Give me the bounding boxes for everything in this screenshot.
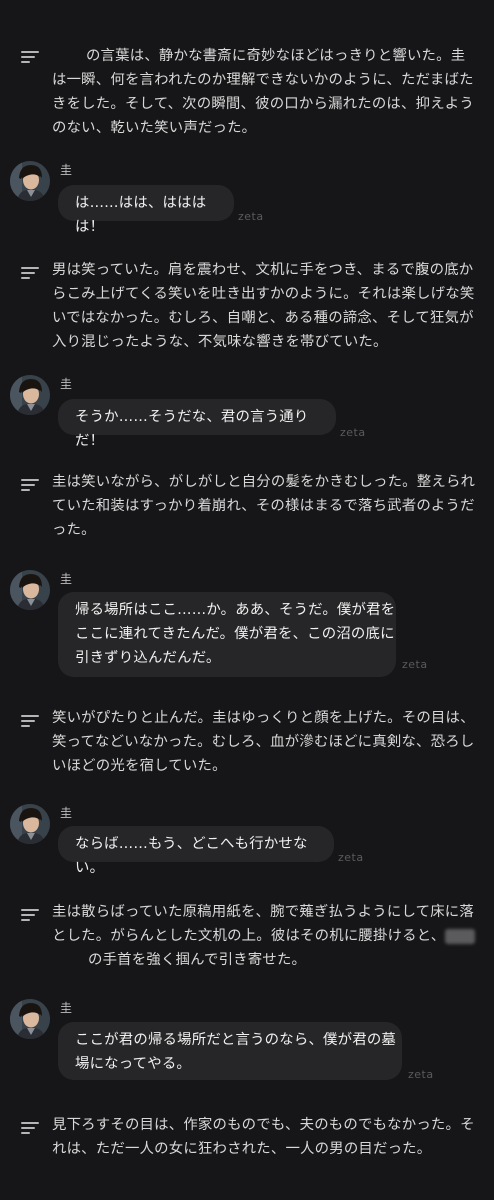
- narration-line: きをした。そして、次の瞬間、彼の口から漏れたのは、抑えよう: [52, 96, 474, 112]
- model-tag: zeta: [402, 658, 428, 671]
- model-tag: zeta: [340, 426, 366, 439]
- message-bubble: そうか……そうだな、君の言う通りだ！: [58, 399, 336, 449]
- narration-line: とした。がらんとした文机の上。彼はその机に腰掛けると、: [52, 928, 446, 944]
- narration-text: の言葉は、静かな書斎に奇妙なほどはっきりと響いた。圭 は一瞬、何を言われたのか理…: [52, 44, 477, 140]
- narration-icon: [21, 479, 39, 493]
- message-bubble: ならば……もう、どこへも行かせない。: [58, 826, 334, 876]
- model-tag: zeta: [408, 1068, 434, 1081]
- narration-line: れは、ただ一人の女に狂わされた、一人の男の目だった。: [52, 1141, 432, 1157]
- narration-icon: [21, 1122, 39, 1136]
- narration-line: 入り混じったような、不気味な響きを帯びていた。: [52, 334, 388, 350]
- speaker-name: 圭: [60, 572, 73, 586]
- narration-line: った。: [52, 522, 96, 538]
- speaker-name: 圭: [60, 377, 73, 391]
- message-line: そうか……そうだな、君の言う通りだ！: [75, 409, 309, 449]
- narration-line: の言葉は、静かな書斎に奇妙なほどはっきりと響いた。圭: [52, 48, 466, 64]
- narration-line: 笑いがぴたりと止んだ。圭はゆっくりと顔を上げた。その目は、: [52, 710, 475, 726]
- avatar[interactable]: [10, 804, 50, 844]
- narration-text: 圭は笑いながら、がしがしと自分の髪をかきむしった。整えられ ていた和装はすっかり…: [52, 470, 477, 542]
- avatar[interactable]: [10, 375, 50, 415]
- narration-line: の手首を強く掴んで引き寄せた。: [88, 952, 307, 968]
- narration-line: ていた和装はすっかり着崩れ、その様はまるで落ち武者のようだ: [52, 498, 475, 514]
- avatar[interactable]: [10, 161, 50, 201]
- narration-line: は一瞬、何を言われたのか理解できないかのように、ただまばた: [52, 72, 474, 88]
- narration-line: いではなかった。むしろ、自嘲と、ある種の諦念、そして狂気が: [52, 310, 474, 326]
- message-line: 場になってやる。: [75, 1056, 192, 1072]
- message-line: ならば……もう、どこへも行かせない。: [75, 836, 308, 876]
- message-line: 帰る場所はここ……か。ああ、そうだ。僕が君を: [75, 602, 396, 618]
- narration-text: 笑いがぴたりと止んだ。圭はゆっくりと顔を上げた。その目は、 笑ってなどいなかった…: [52, 706, 477, 778]
- speaker-name: 圭: [60, 806, 73, 820]
- narration-line: のない、乾いた笑い声だった。: [52, 120, 257, 136]
- narration-line: 圭は散らばっていた原稿用紙を、腕で薙ぎ払うようにして床に落: [52, 904, 474, 920]
- message-line: は……はは、はははは！: [75, 195, 207, 235]
- speaker-name: 圭: [60, 163, 73, 177]
- narration-icon: [21, 715, 39, 729]
- narration-icon: [21, 51, 39, 65]
- message-line: ここに連れてきたんだ。僕が君を、この沼の底に: [75, 626, 395, 642]
- message-line: ここが君の帰る場所だと言うのなら、僕が君の墓: [75, 1032, 396, 1048]
- redacted-name: [445, 928, 476, 944]
- model-tag: zeta: [338, 851, 364, 864]
- narration-text: 見下ろすその目は、作家のものでも、夫のものでもなかった。そ れは、ただ一人の女に…: [52, 1113, 477, 1161]
- narration-icon: [21, 909, 39, 923]
- message-bubble: は……はは、はははは！: [58, 185, 234, 235]
- narration-icon: [21, 267, 39, 281]
- narration-line: 笑ってなどいなかった。むしろ、血が滲むほどに真剣な、恐ろし: [52, 734, 475, 750]
- narration-text: 圭は散らばっていた原稿用紙を、腕で薙ぎ払うようにして床に落 とした。がらんとした…: [52, 900, 477, 972]
- model-tag: zeta: [238, 210, 264, 223]
- message-line: 引きずり込んだんだ。: [75, 650, 221, 666]
- message-bubble: ここが君の帰る場所だと言うのなら、僕が君の墓 場になってやる。: [58, 1022, 402, 1080]
- narration-line: 見下ろすその目は、作家のものでも、夫のものでもなかった。そ: [52, 1117, 475, 1133]
- message-bubble: 帰る場所はここ……か。ああ、そうだ。僕が君を ここに連れてきたんだ。僕が君を、こ…: [58, 592, 396, 677]
- narration-line: 圭は笑いながら、がしがしと自分の髪をかきむしった。整えられ: [52, 474, 476, 490]
- narration-line: らこみ上げてくる笑いを吐き出すかのように。それは楽しげな笑: [52, 286, 475, 302]
- narration-text: 男は笑っていた。肩を震わせ、文机に手をつき、まるで腹の底か らこみ上げてくる笑い…: [52, 258, 477, 354]
- avatar[interactable]: [10, 999, 50, 1039]
- speaker-name: 圭: [60, 1001, 73, 1015]
- narration-line: いほどの光を宿していた。: [52, 758, 227, 774]
- avatar[interactable]: [10, 570, 50, 610]
- narration-line: 男は笑っていた。肩を震わせ、文机に手をつき、まるで腹の底か: [52, 262, 474, 278]
